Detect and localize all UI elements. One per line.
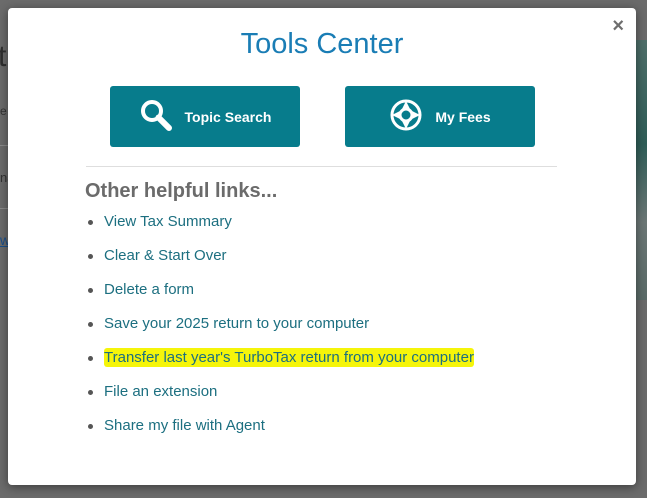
topic-search-button[interactable]: Topic Search	[110, 86, 300, 147]
bullet	[88, 322, 93, 327]
link-share-with-agent[interactable]: Share my file with Agent	[104, 417, 265, 434]
search-icon	[139, 98, 185, 135]
link-view-tax-summary[interactable]: View Tax Summary	[104, 213, 232, 230]
background-illustration	[635, 40, 647, 300]
bullet	[88, 390, 93, 395]
list-item: Save your 2025 return to your computer	[85, 307, 474, 341]
my-fees-label: My Fees	[435, 108, 491, 125]
bullet	[88, 288, 93, 293]
list-item: Share my file with Agent	[85, 409, 474, 443]
tools-center-modal: × Tools Center Topic Search My Fees Othe…	[8, 8, 636, 485]
list-item: Transfer last year's TurboTax return fro…	[85, 341, 474, 375]
lifebuoy-icon	[389, 98, 435, 135]
list-item: Clear & Start Over	[85, 239, 474, 273]
link-file-extension[interactable]: File an extension	[104, 383, 217, 400]
helpful-links-list: View Tax Summary Clear & Start Over Dele…	[85, 205, 474, 443]
list-item: View Tax Summary	[85, 205, 474, 239]
link-delete-form[interactable]: Delete a form	[104, 281, 194, 298]
link-save-return[interactable]: Save your 2025 return to your computer	[104, 315, 369, 332]
background-text: t	[0, 40, 7, 73]
my-fees-button[interactable]: My Fees	[345, 86, 535, 147]
link-clear-start-over[interactable]: Clear & Start Over	[104, 247, 227, 264]
links-heading: Other helpful links...	[85, 180, 278, 202]
list-item: File an extension	[85, 375, 474, 409]
list-item: Delete a form	[85, 273, 474, 307]
link-transfer-last-year[interactable]: Transfer last year's TurboTax return fro…	[104, 348, 474, 367]
background-text: e	[0, 104, 7, 118]
section-divider	[86, 166, 557, 167]
bullet	[88, 424, 93, 429]
bullet	[88, 356, 93, 361]
bullet	[88, 254, 93, 259]
bullet	[88, 220, 93, 225]
modal-title: Tools Center	[240, 28, 404, 60]
topic-search-label: Topic Search	[184, 108, 272, 125]
